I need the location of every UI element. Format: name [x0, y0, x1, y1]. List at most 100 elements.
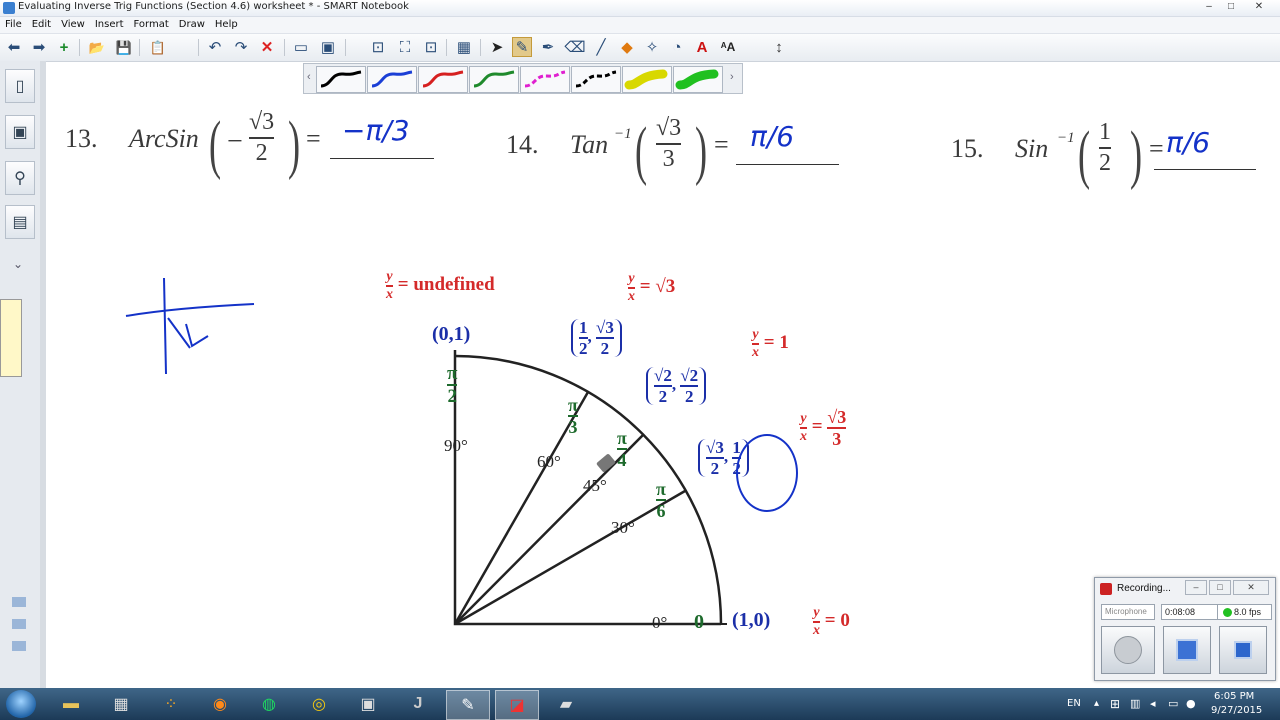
denominator: 3 [662, 146, 675, 173]
paste-icon[interactable]: 📋 [148, 37, 168, 57]
menu-view[interactable]: View [56, 17, 90, 33]
stop-button[interactable] [1219, 626, 1267, 674]
tray-right-arrow[interactable]: › [730, 71, 734, 83]
capture-toolbar-icon[interactable]: ⊡ [421, 37, 441, 57]
text-icon[interactable]: A [692, 37, 712, 57]
magic-pen-icon[interactable]: ✧ [642, 37, 662, 57]
status-led-icon [1223, 608, 1232, 617]
table-icon[interactable]: ▦ [454, 37, 474, 57]
capture-icon[interactable]: ⊡ [368, 37, 388, 57]
menu-help[interactable]: Help [210, 17, 243, 33]
pause-button[interactable] [1163, 626, 1211, 674]
page-sorter-icon[interactable]: ▯ [5, 69, 35, 103]
radian-0: 0 [694, 611, 704, 633]
language-indicator[interactable]: EN [1067, 698, 1081, 709]
smart-notebook-app-icon [3, 2, 15, 14]
eraser-icon[interactable]: ⌫ [564, 37, 585, 57]
menu-draw[interactable]: Draw [174, 17, 210, 33]
numerator: 1 [1099, 119, 1111, 145]
undo-icon[interactable]: ↶ [205, 37, 225, 57]
clock-date[interactable]: 9/27/2015 [1211, 705, 1262, 716]
recorder-minimize-button[interactable]: – [1185, 580, 1207, 595]
nav-icon-2[interactable] [12, 619, 26, 629]
denominator: 2 [255, 140, 268, 167]
terminal-icon[interactable]: ▣ [347, 690, 389, 718]
chrome-icon[interactable]: ◎ [298, 690, 340, 718]
audio-source-dropdown[interactable]: Microphone [1101, 604, 1155, 620]
smart-notebook-icon[interactable]: ✎ [446, 690, 490, 720]
tablet-icon[interactable]: ▰ [545, 690, 587, 718]
record-button[interactable] [1101, 626, 1155, 674]
pen-icon[interactable]: ✎ [512, 37, 532, 57]
nav-icon-3[interactable] [12, 641, 26, 651]
select-icon[interactable]: ➤ [487, 37, 507, 57]
side-tabs: ▯ ▣ ⚲ ▤ ⌄ [0, 61, 41, 688]
smart-recorder-icon[interactable]: ◪ [495, 690, 539, 720]
ratio-30: yx = √3 3 [800, 407, 847, 449]
maximize-button[interactable]: □ [1220, 0, 1242, 14]
firefox-icon[interactable]: ◉ [199, 690, 241, 718]
attachments-icon[interactable]: ⚲ [5, 161, 35, 195]
menu-file[interactable]: File [0, 17, 27, 33]
redo-icon[interactable]: ↷ [231, 37, 251, 57]
start-button[interactable] [6, 690, 36, 718]
calculator-icon[interactable]: ▦ [100, 690, 142, 718]
network-icon[interactable]: ▥ [1130, 697, 1140, 710]
clock-time[interactable]: 6:05 PM [1214, 691, 1254, 702]
pen-blue[interactable] [367, 66, 417, 93]
tray-left-arrow[interactable]: ‹ [307, 71, 311, 83]
line-icon[interactable]: ╱ [591, 37, 611, 57]
equals-sign: = [306, 124, 321, 153]
app-grid-icon[interactable]: ⁘ [150, 690, 192, 718]
pen-tray: ‹ › [303, 63, 743, 94]
highlighter-yellow[interactable] [622, 66, 672, 93]
open-icon[interactable]: 📂 [87, 37, 107, 57]
gallery-icon[interactable]: ▣ [5, 115, 35, 149]
delete-icon[interactable]: ✕ [257, 37, 277, 57]
recording-window: Recording... – □ ✕ Microphone 0:08:08 8.… [1094, 577, 1276, 681]
menu-edit[interactable]: Edit [27, 17, 56, 33]
pen-magenta-dashed[interactable] [520, 66, 570, 93]
shape-icon[interactable]: ◆ [617, 37, 637, 57]
pen-black-dashed[interactable] [571, 66, 621, 93]
move-toolbar-icon[interactable]: ↕ [769, 37, 789, 57]
windows-flag-icon[interactable]: ⊞ [1110, 697, 1120, 711]
problem-number: 15. [951, 134, 984, 163]
display-icon[interactable]: ▣ [318, 37, 338, 57]
fill-icon[interactable]: ◔ [667, 37, 687, 57]
pen-black[interactable] [316, 66, 366, 93]
radian-30: π6 [656, 479, 666, 521]
recorder-maximize-button[interactable]: □ [1209, 580, 1231, 595]
tray-app-icon[interactable]: ● [1186, 697, 1196, 710]
battery-icon[interactable]: ▭ [1168, 697, 1178, 710]
highlighter-green[interactable] [673, 66, 723, 93]
pen-green[interactable] [469, 66, 519, 93]
handwritten-circle [736, 434, 798, 512]
point-90: (0,1) [432, 323, 471, 345]
creative-pen-icon[interactable]: ✒ [538, 37, 558, 57]
font-icon[interactable]: ᴬA [718, 37, 738, 57]
screen-shade-icon[interactable]: ▭ [291, 37, 311, 57]
elapsed-time: 0:08:08 [1161, 604, 1219, 620]
recorder-close-button[interactable]: ✕ [1233, 580, 1269, 595]
file-explorer-icon[interactable]: ▬ [50, 690, 92, 718]
j-app-icon[interactable]: J [397, 690, 439, 718]
properties-icon[interactable]: ▤ [5, 205, 35, 239]
menu-format[interactable]: Format [129, 17, 174, 33]
fullscreen-icon[interactable]: ⛶ [395, 37, 415, 57]
menu-insert[interactable]: Insert [90, 17, 129, 33]
back-icon[interactable]: ⬅ [4, 37, 24, 57]
spotify-icon[interactable]: ◍ [248, 690, 290, 718]
volume-icon[interactable]: ◂ [1150, 697, 1156, 710]
close-button[interactable]: ✕ [1244, 0, 1274, 14]
nav-icon[interactable] [12, 597, 26, 607]
equals-sign: = [714, 130, 729, 159]
add-page-icon[interactable]: + [54, 37, 74, 57]
show-hidden-icons-icon[interactable]: ▴ [1094, 698, 1099, 709]
save-icon[interactable]: 💾 [114, 37, 134, 57]
pen-red[interactable] [418, 66, 468, 93]
degree-45: 45° [583, 476, 607, 495]
collapse-tabs-icon[interactable]: ⌄ [13, 257, 23, 271]
minimize-button[interactable]: – [1198, 0, 1220, 14]
forward-icon[interactable]: ➡ [29, 37, 49, 57]
